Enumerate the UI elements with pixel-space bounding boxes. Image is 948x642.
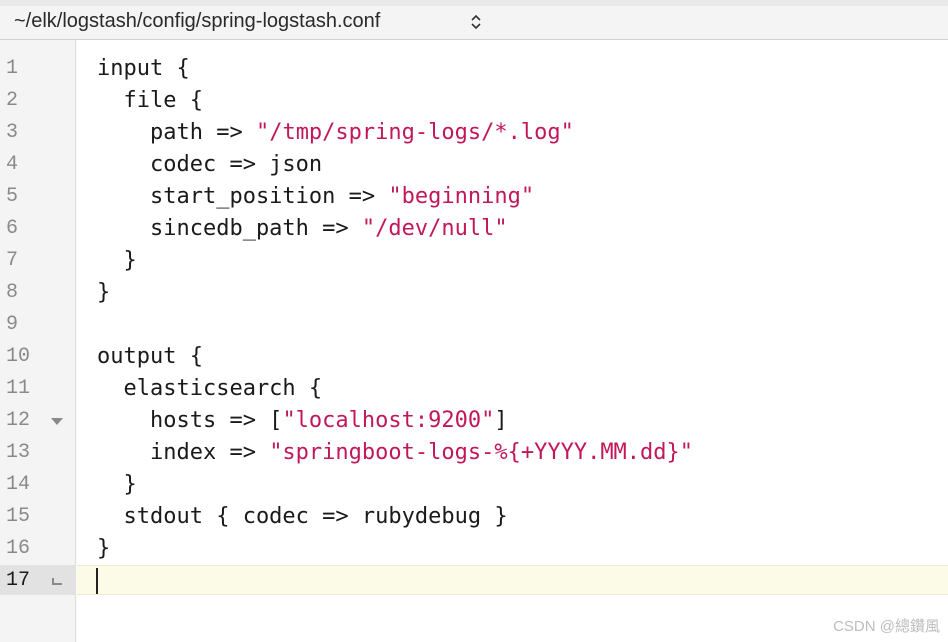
line-number: 7 bbox=[6, 249, 19, 272]
code-token: start_position => bbox=[97, 184, 389, 209]
line-number: 11 bbox=[6, 377, 31, 400]
code-token: elasticsearch { bbox=[97, 376, 323, 401]
window-top-edge bbox=[0, 0, 948, 6]
code-text[interactable]: output { bbox=[97, 341, 203, 373]
fold-triangle-icon[interactable] bbox=[50, 415, 64, 427]
code-token: path => bbox=[97, 120, 256, 145]
line-number: 6 bbox=[6, 217, 19, 240]
code-line[interactable]: 11 elasticsearch { bbox=[0, 373, 948, 405]
code-line[interactable]: 4 codec => json bbox=[0, 149, 948, 181]
line-number: 12 bbox=[6, 409, 31, 432]
code-text[interactable]: start_position => "beginning" bbox=[97, 181, 534, 213]
line-number: 3 bbox=[6, 121, 19, 144]
code-text[interactable]: file { bbox=[97, 85, 203, 117]
code-text[interactable]: codec => json bbox=[97, 149, 322, 181]
code-token: codec => json bbox=[97, 152, 323, 177]
code-line[interactable]: 2 file { bbox=[0, 85, 948, 117]
code-token: file { bbox=[97, 88, 203, 113]
line-number: 17 bbox=[6, 569, 31, 592]
line-number: 4 bbox=[6, 153, 19, 176]
line-number: 2 bbox=[6, 89, 19, 112]
code-token: } bbox=[97, 280, 111, 305]
code-token: } bbox=[97, 248, 137, 273]
string-literal: "/dev/null" bbox=[361, 216, 508, 241]
code-line[interactable]: 9 bbox=[0, 309, 948, 341]
string-literal: "springboot-logs-%{+YYYY.MM.dd}" bbox=[269, 440, 694, 465]
code-text[interactable]: elasticsearch { bbox=[97, 373, 322, 405]
code-token: hosts => [ bbox=[97, 408, 283, 433]
line-number: 14 bbox=[6, 473, 31, 496]
line-number: 9 bbox=[6, 313, 19, 336]
line-number: 15 bbox=[6, 505, 31, 528]
code-text[interactable]: sincedb_path => "/dev/null" bbox=[97, 213, 508, 245]
code-line[interactable]: 12 hosts => ["localhost:9200"] bbox=[0, 405, 948, 437]
code-token: sincedb_path => bbox=[97, 216, 362, 241]
code-text[interactable]: } bbox=[97, 469, 137, 501]
up-down-chevron-icon[interactable] bbox=[470, 14, 482, 30]
code-line[interactable]: 16} bbox=[0, 533, 948, 565]
line-number: 13 bbox=[6, 441, 31, 464]
code-line[interactable]: 10 output { bbox=[0, 341, 948, 373]
string-literal: "/tmp/spring-logs/*.log" bbox=[255, 120, 574, 145]
line-number: 1 bbox=[6, 57, 19, 80]
code-text[interactable]: index => "springboot-logs-%{+YYYY.MM.dd}… bbox=[97, 437, 693, 469]
code-text[interactable]: path => "/tmp/spring-logs/*.log" bbox=[97, 117, 574, 149]
code-line[interactable]: 6 sincedb_path => "/dev/null" bbox=[0, 213, 948, 245]
code-token: } bbox=[97, 536, 111, 561]
line-number: 10 bbox=[6, 345, 31, 368]
code-text[interactable]: } bbox=[97, 533, 110, 565]
code-line[interactable]: 5 start_position => "beginning" bbox=[0, 181, 948, 213]
code-line[interactable]: 17 bbox=[0, 565, 948, 597]
line-number: 16 bbox=[6, 537, 31, 560]
string-literal: "localhost:9200" bbox=[282, 408, 495, 433]
fold-end-icon[interactable] bbox=[50, 575, 64, 587]
file-path-selector[interactable]: ~/elk/logstash/config/spring-logstash.co… bbox=[14, 10, 380, 33]
code-token: input { bbox=[97, 56, 190, 81]
code-token: stdout { codec => rubydebug } bbox=[97, 504, 508, 529]
code-text[interactable]: input { bbox=[97, 53, 190, 85]
code-line[interactable]: 14 } bbox=[0, 469, 948, 501]
code-token: index => bbox=[97, 440, 270, 465]
code-line[interactable]: 1 input { bbox=[0, 53, 948, 85]
code-text[interactable]: stdout { codec => rubydebug } bbox=[97, 501, 508, 533]
text-cursor bbox=[96, 568, 98, 594]
code-line[interactable]: 3 path => "/tmp/spring-logs/*.log" bbox=[0, 117, 948, 149]
line-number: 5 bbox=[6, 185, 19, 208]
code-line[interactable]: 7 } bbox=[0, 245, 948, 277]
code-token: } bbox=[97, 472, 137, 497]
line-number: 8 bbox=[6, 281, 19, 304]
code-line[interactable]: 15 stdout { codec => rubydebug } bbox=[0, 501, 948, 533]
code-token: output { bbox=[97, 344, 203, 369]
string-literal: "beginning" bbox=[388, 184, 535, 209]
code-text[interactable]: hosts => ["localhost:9200"] bbox=[97, 405, 508, 437]
watermark: CSDN @總鑽風 bbox=[833, 618, 940, 635]
code-line[interactable]: 8} bbox=[0, 277, 948, 309]
code-line[interactable]: 13 index => "springboot-logs-%{+YYYY.MM.… bbox=[0, 437, 948, 469]
code-token: ] bbox=[494, 408, 508, 433]
code-text[interactable]: } bbox=[97, 277, 110, 309]
code-text[interactable]: } bbox=[97, 245, 137, 277]
title-bar: ~/elk/logstash/config/spring-logstash.co… bbox=[0, 0, 948, 40]
